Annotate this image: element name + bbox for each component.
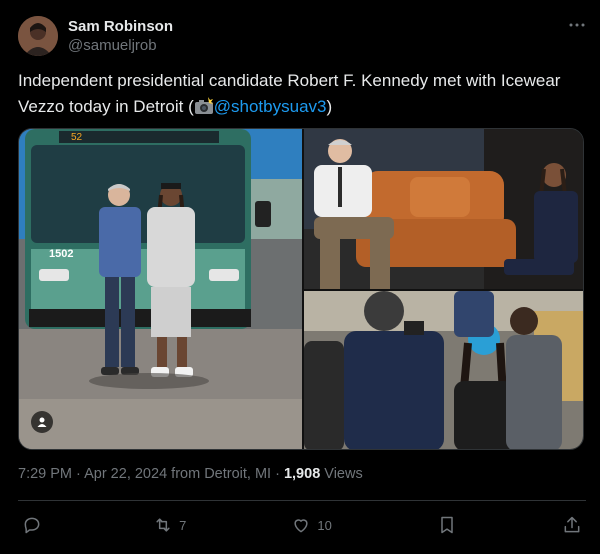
tweet-text-end: ) xyxy=(326,97,333,116)
bus-route-number: 52 xyxy=(71,132,83,143)
mention-link[interactable]: @shotbysuav3 xyxy=(214,97,327,116)
user-handle[interactable]: @samueljrob xyxy=(68,36,173,55)
camera-flash-icon xyxy=(194,97,214,115)
tweet-header: Sam Robinson @samueljrob xyxy=(18,14,586,58)
meta-separator: · xyxy=(72,466,85,482)
bus-fleet-number: 1502 xyxy=(49,248,73,260)
bookmark-button[interactable] xyxy=(437,515,457,535)
retweet-icon xyxy=(156,518,170,532)
media-grid: 52 1502 xyxy=(18,128,584,450)
avatar[interactable] xyxy=(18,16,58,56)
tweet-time[interactable]: 7:29 PM xyxy=(18,466,72,482)
photo-bus[interactable]: 52 1502 xyxy=(19,129,302,449)
action-bar: 7 10 xyxy=(22,512,582,538)
tweet-location: from Detroit, MI xyxy=(167,466,272,482)
more-icon[interactable] xyxy=(568,16,586,39)
like-count: 10 xyxy=(317,517,332,533)
reply-button[interactable] xyxy=(22,515,48,535)
views-count: 1,908 xyxy=(283,466,321,482)
photo-meeting[interactable] xyxy=(304,129,583,289)
views-label: Views xyxy=(320,466,363,482)
meta-separator: · xyxy=(271,466,284,482)
reply-icon xyxy=(24,517,40,534)
heart-icon xyxy=(294,519,308,533)
tagged-people-icon[interactable] xyxy=(31,411,53,433)
tweet-meta: 7:29 PM · Apr 22, 2024 from Detroit, MI … xyxy=(18,466,363,482)
share-button[interactable] xyxy=(562,515,582,535)
divider xyxy=(18,500,586,501)
retweet-button[interactable]: 7 xyxy=(153,515,186,535)
bookmark-icon xyxy=(441,516,453,534)
tweet-text: Independent presidential candidate Rober… xyxy=(18,68,584,120)
photo-crowd[interactable] xyxy=(304,291,583,449)
display-name[interactable]: Sam Robinson xyxy=(68,17,173,36)
tweet-date[interactable]: Apr 22, 2024 xyxy=(84,466,167,482)
share-icon xyxy=(564,516,580,533)
retweet-count: 7 xyxy=(179,517,187,533)
like-button[interactable]: 10 xyxy=(291,515,332,535)
